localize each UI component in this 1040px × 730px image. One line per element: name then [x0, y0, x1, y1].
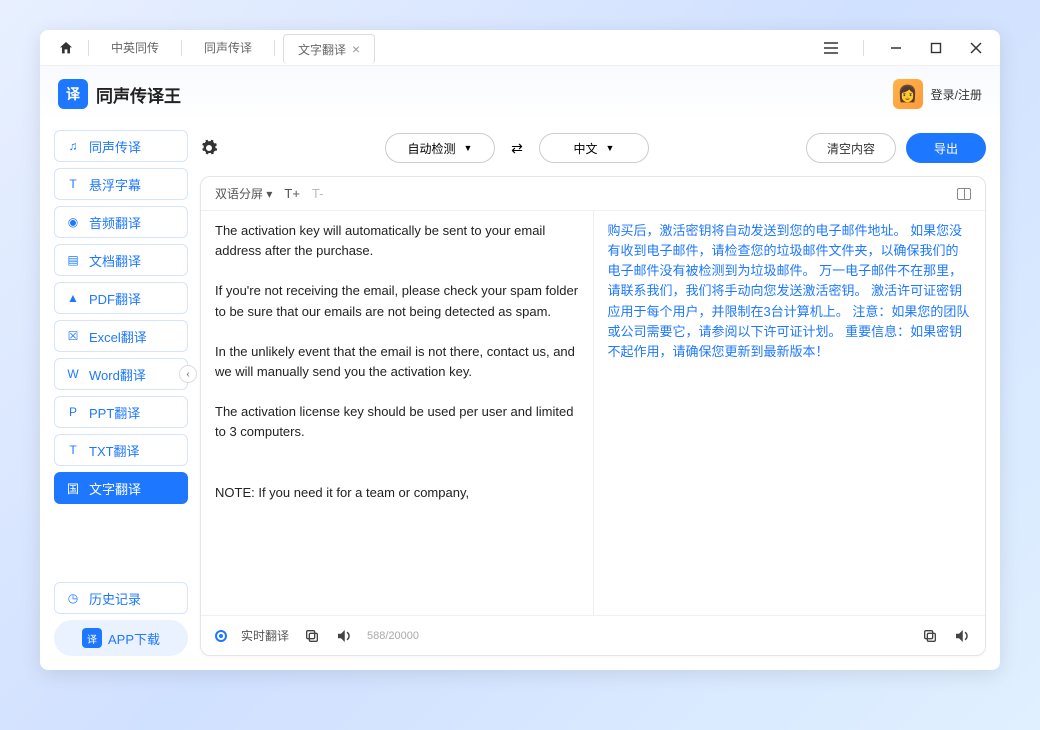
chevron-down-icon: ▼ [464, 143, 473, 153]
sidebar-item-text-translate[interactable]: 国文字翻译 [54, 472, 188, 504]
font-decrease-button[interactable]: T- [312, 186, 324, 201]
layout-split-icon[interactable] [957, 188, 971, 200]
excel-icon: ☒ [65, 328, 81, 344]
copy-source-button[interactable] [303, 627, 321, 645]
clear-content-button[interactable]: 清空内容 [806, 133, 896, 163]
ppt-icon: P [65, 404, 81, 420]
avatar[interactable]: 👩 [893, 79, 923, 109]
maximize-button[interactable] [924, 36, 948, 60]
subtitle-icon: T [65, 176, 81, 192]
brand-title: 同声传译王 [96, 82, 181, 107]
target-text-pane[interactable]: 购买后，激活密钥将自动发送到您的电子邮件地址。 如果您没有收到电子邮件，请检查您… [594, 211, 986, 615]
sidebar-item-ppt-translate[interactable]: PPPT翻译 [54, 396, 188, 428]
home-button[interactable] [52, 34, 80, 62]
sidebar-item-txt-translate[interactable]: TTXT翻译 [54, 434, 188, 466]
source-lang-select[interactable]: 自动检测▼ [385, 133, 495, 163]
target-lang-select[interactable]: 中文▼ [539, 133, 649, 163]
tab-zh-en-interp[interactable]: 中英同传 [97, 33, 173, 62]
tab-text-translate[interactable]: 文字翻译 × [283, 34, 375, 64]
copy-target-button[interactable] [921, 627, 939, 645]
app-download-button[interactable]: 译APP下载 [54, 620, 188, 656]
text-icon: 国 [65, 480, 81, 496]
toolbar: 自动检测▼ ⇄ 中文▼ 清空内容 导出 [200, 130, 986, 166]
clock-icon: ◷ [65, 590, 81, 606]
txt-icon: T [65, 442, 81, 458]
app-window: 中英同传 同声传译 文字翻译 × 译 [40, 30, 1000, 670]
sidebar-item-word-translate[interactable]: WWord翻译‹ [54, 358, 188, 390]
sidebar-item-doc-translate[interactable]: ▤文档翻译 [54, 244, 188, 276]
settings-button[interactable] [200, 139, 228, 157]
minimize-button[interactable] [884, 36, 908, 60]
word-icon: W [65, 366, 81, 382]
header: 译 同声传译王 👩 登录/注册 [40, 66, 1000, 122]
brand-logo-icon: 译 [58, 79, 88, 109]
chevron-down-icon: ▼ [606, 143, 615, 153]
headset-icon: ♫ [65, 138, 81, 154]
sidebar-item-pdf-translate[interactable]: ▲PDF翻译 [54, 282, 188, 314]
user-area[interactable]: 👩 登录/注册 [893, 79, 982, 109]
audio-icon: ◉ [65, 214, 81, 230]
sidebar-item-simul-interp[interactable]: ♫同声传译 [54, 130, 188, 162]
speak-source-button[interactable] [335, 627, 353, 645]
brand: 译 同声传译王 [58, 79, 181, 109]
speak-target-button[interactable] [953, 627, 971, 645]
view-mode-select[interactable]: 双语分屏 ▾ [215, 185, 272, 202]
sidebar-item-audio-translate[interactable]: ◉音频翻译 [54, 206, 188, 238]
titlebar: 中英同传 同声传译 文字翻译 × [40, 30, 1000, 66]
realtime-radio[interactable] [215, 630, 227, 642]
sidebar-item-history[interactable]: ◷历史记录 [54, 582, 188, 614]
translation-card: 双语分屏 ▾ T+ T- The activation key will aut… [200, 176, 986, 656]
export-button[interactable]: 导出 [906, 133, 986, 163]
tab-simul-interp[interactable]: 同声传译 [190, 33, 266, 62]
font-increase-button[interactable]: T+ [284, 186, 300, 201]
sidebar-item-excel-translate[interactable]: ☒Excel翻译 [54, 320, 188, 352]
app-logo-icon: 译 [82, 628, 102, 648]
chevron-left-icon[interactable]: ‹ [179, 365, 197, 383]
doc-icon: ▤ [65, 252, 81, 268]
realtime-label: 实时翻译 [241, 627, 289, 644]
sidebar: ♫同声传译 T悬浮字幕 ◉音频翻译 ▤文档翻译 ▲PDF翻译 ☒Excel翻译 … [54, 130, 188, 656]
card-toolbar: 双语分屏 ▾ T+ T- [201, 177, 985, 211]
swap-languages-button[interactable]: ⇄ [505, 140, 529, 157]
close-button[interactable] [964, 36, 988, 60]
main-area: 自动检测▼ ⇄ 中文▼ 清空内容 导出 双语分屏 ▾ T+ T- The act… [200, 130, 986, 656]
card-footer: 实时翻译 588/20000 [201, 615, 985, 655]
login-register-link[interactable]: 登录/注册 [931, 86, 982, 103]
menu-button[interactable] [819, 36, 843, 60]
tab-close-icon[interactable]: × [352, 41, 360, 57]
sidebar-item-floating-subtitle[interactable]: T悬浮字幕 [54, 168, 188, 200]
pdf-icon: ▲ [65, 290, 81, 306]
char-counter: 588/20000 [367, 630, 419, 642]
source-text-pane[interactable]: The activation key will automatically be… [201, 211, 594, 615]
